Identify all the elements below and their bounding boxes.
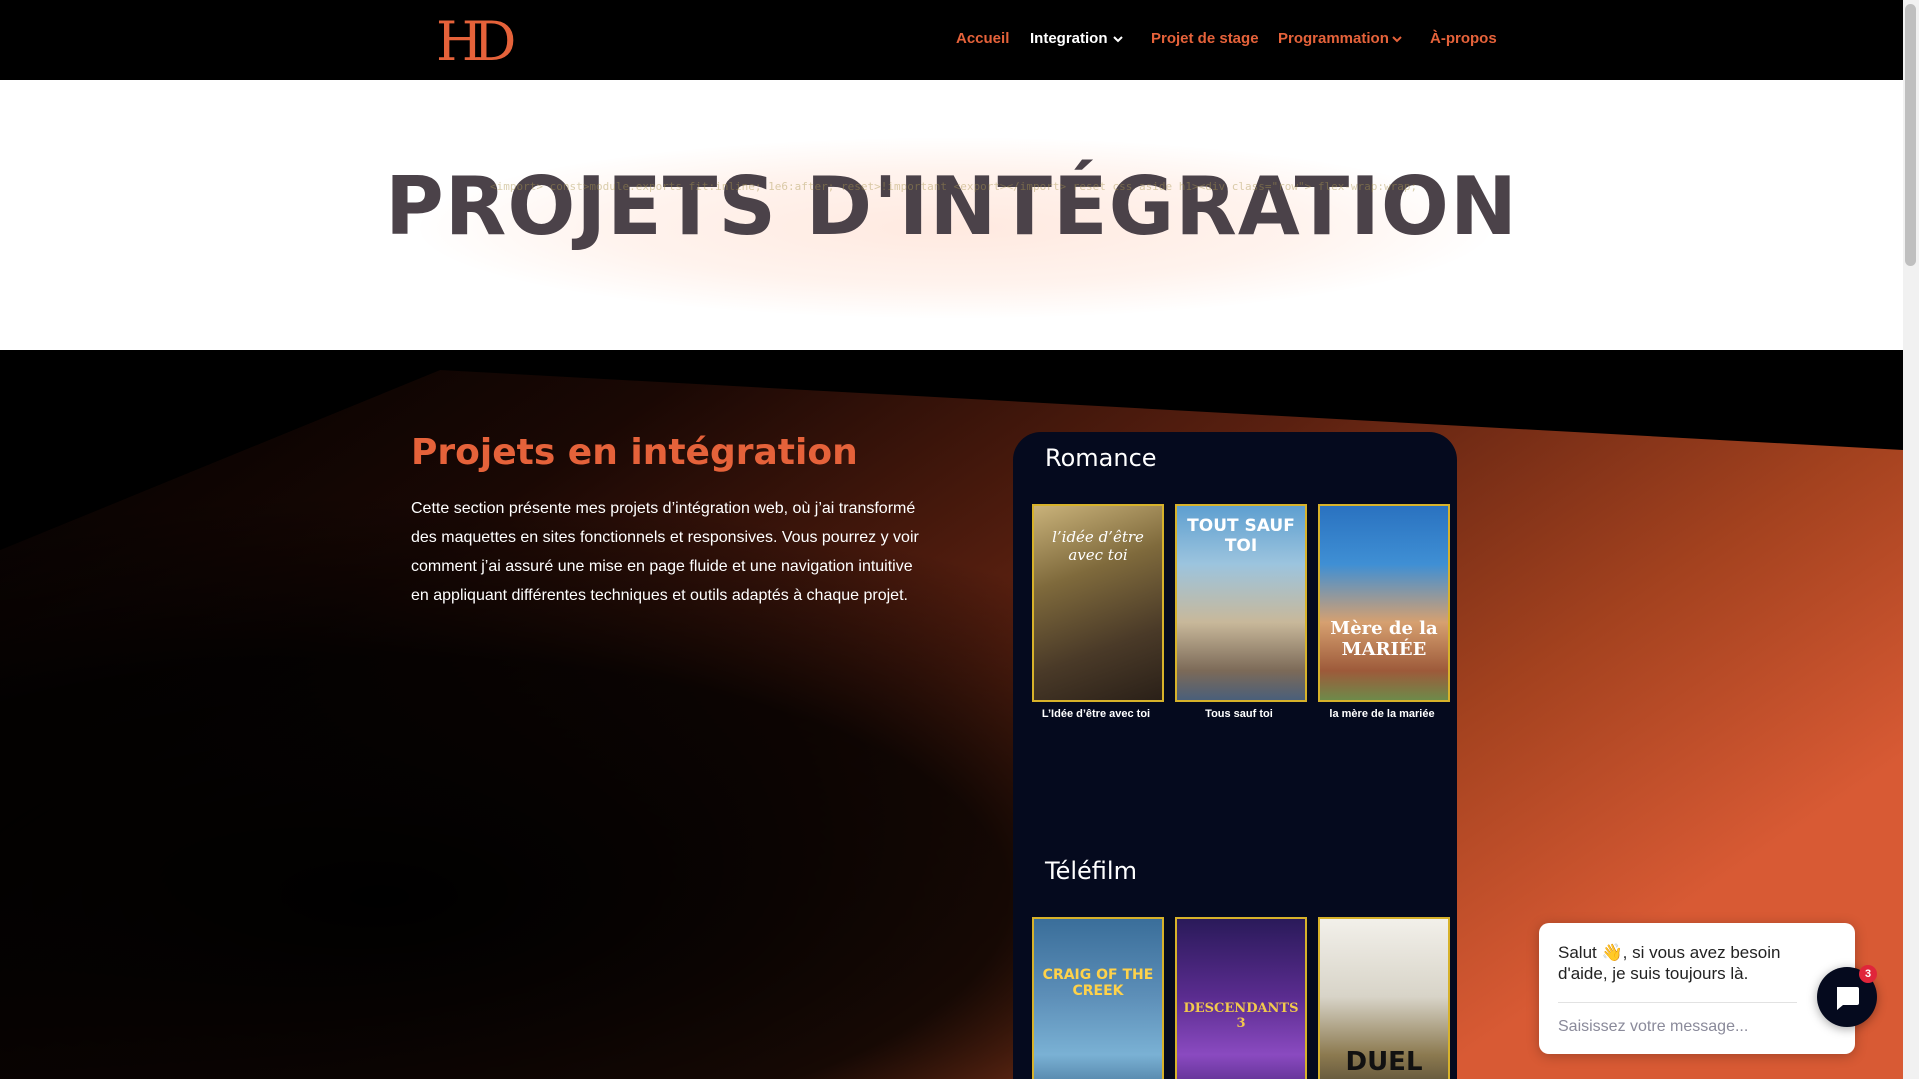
- site-logo[interactable]: HD: [434, 10, 514, 66]
- chat-notification-badge: 3: [1859, 965, 1877, 983]
- category-title-telefilm: Téléfilm: [1045, 857, 1137, 885]
- nav-item-integration[interactable]: Integration: [1030, 30, 1108, 47]
- poster-idee-detre-avec-toi[interactable]: l’idée d’être avec toi: [1032, 504, 1164, 702]
- section-title: Projets en intégration: [411, 432, 858, 473]
- poster-caption: Tous sauf toi: [1205, 708, 1273, 720]
- nav-item-programmation[interactable]: Programmation: [1278, 30, 1389, 47]
- chat-popup: Salut 👋, si vous avez besoin d'aide, je …: [1539, 923, 1855, 1054]
- poster-craig-of-the-creek[interactable]: CRAIG OF THE CREEK: [1032, 917, 1164, 1079]
- chat-divider: [1558, 1002, 1797, 1003]
- hero-section: PROJETS D'INTÉGRATION <import> const>mod…: [0, 80, 1903, 350]
- projects-panel: Romance l’idée d’être avec toi L’Idée d’…: [1013, 432, 1457, 1079]
- poster-tous-sauf-toi[interactable]: TOUT SAUF TOI: [1175, 504, 1307, 702]
- nav-item-projet-de-stage[interactable]: Projet de stage: [1151, 30, 1259, 47]
- chat-message: Salut 👋, si vous avez besoin d'aide, je …: [1558, 943, 1781, 983]
- chevron-down-icon[interactable]: [1111, 34, 1125, 44]
- poster-caption: la mère de la mariée: [1329, 708, 1435, 720]
- svg-text:HD: HD: [436, 10, 514, 66]
- scrollbar-thumb[interactable]: [1905, 4, 1916, 266]
- poster-mere-de-la-mariee[interactable]: Mère de la MARIÉE: [1318, 504, 1450, 702]
- poster-duel[interactable]: DUEL: [1318, 917, 1450, 1079]
- poster-descendants-3[interactable]: DESCENDANTS 3: [1175, 917, 1307, 1079]
- nav-item-a-propos[interactable]: À-propos: [1430, 30, 1497, 47]
- page-title: PROJETS D'INTÉGRATION: [385, 160, 1518, 253]
- category-title-romance: Romance: [1045, 444, 1157, 472]
- chevron-down-icon[interactable]: [1390, 34, 1404, 44]
- poster-caption: L’Idée d’être avec toi: [1041, 708, 1151, 720]
- chat-message-input[interactable]: Saisissez votre message...: [1558, 1018, 1748, 1036]
- site-header: HD Accueil Integration Projet de stage P…: [0, 0, 1903, 80]
- nav-item-accueil[interactable]: Accueil: [956, 30, 1009, 47]
- section-description: Cette section présente mes projets d’int…: [411, 500, 919, 604]
